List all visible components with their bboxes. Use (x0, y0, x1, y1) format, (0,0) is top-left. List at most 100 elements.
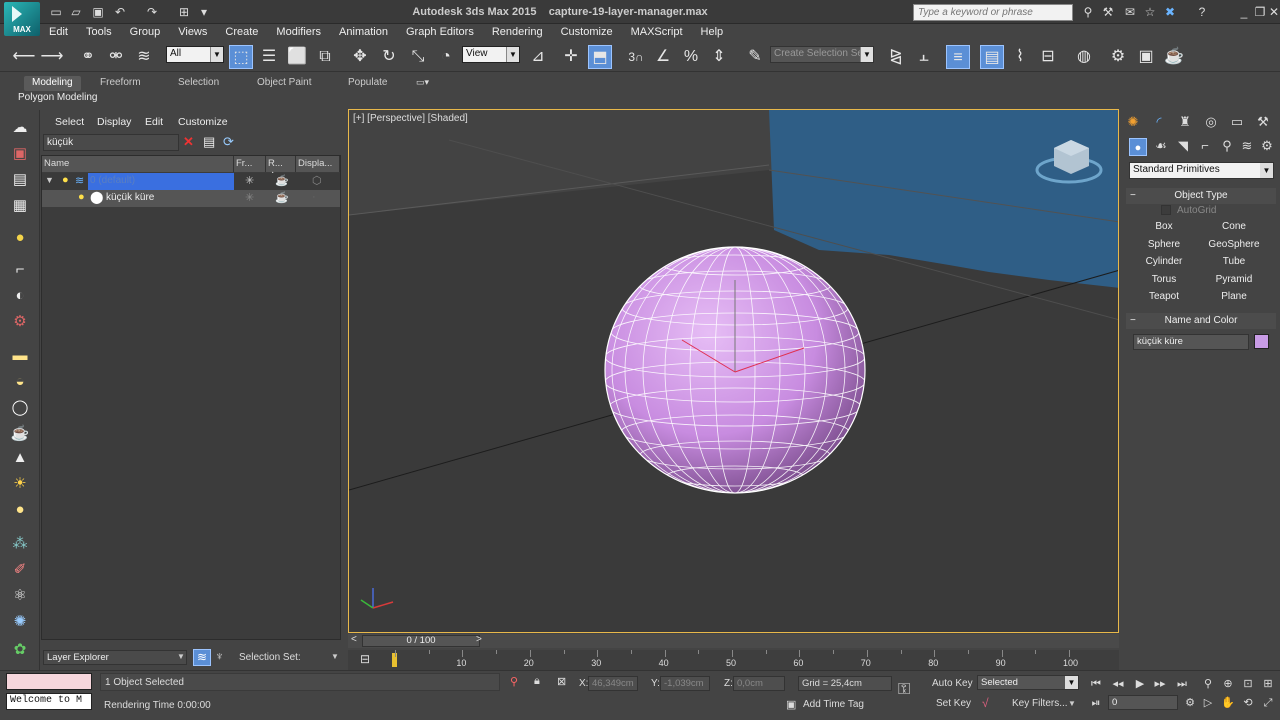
geosphere-button[interactable]: GeoSphere (1201, 237, 1267, 253)
favorites-icon[interactable]: ☆ (1142, 4, 1158, 20)
next-key-icon[interactable]: ▸▸ (1152, 676, 1168, 692)
zoom-extents-all-icon[interactable]: ⊞ (1260, 676, 1276, 692)
tab-object-paint[interactable]: Object Paint (249, 76, 319, 91)
app-logo[interactable]: MAX (4, 2, 40, 36)
maxscript-listener-output[interactable]: Welcome to M (6, 693, 92, 710)
viewport-label[interactable]: [+] [Perspective] [Shaded] (353, 113, 468, 124)
shape-filter-icon[interactable]: ◒ (9, 372, 31, 392)
menu-create[interactable]: Create (216, 24, 267, 42)
bone-filter-icon[interactable]: ✐ (9, 560, 31, 580)
select-manipulate-icon[interactable]: ✛ (559, 45, 583, 69)
pan-view-icon[interactable]: ✋ (1220, 695, 1236, 711)
spinner-snap-icon[interactable]: ⇕ (707, 45, 731, 69)
layer-stack-icon[interactable]: ≋ (75, 174, 84, 187)
select-and-place-icon[interactable]: ◔ (434, 45, 458, 69)
display-tab-icon[interactable]: ▭ (1227, 112, 1247, 132)
menu-tools[interactable]: Tools (77, 24, 121, 42)
tab-selection[interactable]: Selection (170, 76, 227, 91)
keyboard-shortcut-override-icon[interactable]: ⬒ (588, 45, 612, 69)
cone-filter-icon[interactable]: ▲ (9, 448, 31, 468)
name-and-color-rollout[interactable]: − Name and Color (1126, 313, 1276, 329)
pyramid-button[interactable]: Pyramid (1201, 272, 1267, 288)
menu-edit[interactable]: Edit (40, 24, 77, 42)
geometry-category-icon[interactable]: ● (1129, 138, 1147, 156)
create-selection-icon[interactable]: ☁ (9, 118, 31, 138)
auto-key-button[interactable]: Auto Key (932, 678, 973, 689)
tube-button[interactable]: Tube (1201, 254, 1267, 270)
systems-category-icon[interactable]: ⚙ (1257, 136, 1277, 156)
exchange-icon[interactable]: ✖ (1162, 4, 1178, 20)
reference-coordinate-dropdown[interactable]: View ▼ (462, 46, 520, 63)
light-bulb-icon[interactable]: ● (78, 191, 85, 203)
render-production-icon[interactable]: ☕ (1162, 45, 1186, 69)
plant-filter-icon[interactable]: ✿ (9, 640, 31, 660)
cylinder-button[interactable]: Cylinder (1131, 254, 1197, 270)
freeze-snowflake-icon[interactable]: ✳ (245, 191, 254, 204)
light-bulb-filter-icon[interactable]: ● (9, 500, 31, 520)
track-bar[interactable]: ⊟ 10 20 30 40 50 60 70 80 90 100 (348, 650, 1119, 670)
autogrid-checkbox[interactable] (1161, 205, 1171, 215)
primitive-category-dropdown[interactable]: Standard Primitives ▼ (1129, 162, 1274, 179)
perspective-viewport[interactable]: [+] [Perspective] [Shaded] (348, 109, 1119, 633)
undo-button-icon[interactable]: ⟵ (12, 45, 36, 69)
explorer-type-dropdown[interactable]: Layer Explorer (43, 650, 187, 665)
new-layer-icon[interactable]: ▤ (203, 134, 219, 150)
set-keys-key-icon[interactable]: ⚿ (898, 681, 910, 699)
hierarchy-tab-icon[interactable]: ♜ (1175, 112, 1195, 132)
close-icon[interactable]: ✕ (1266, 4, 1280, 20)
maxscript-input[interactable] (6, 673, 92, 690)
utilities-tab-icon[interactable]: ⚒ (1253, 112, 1273, 132)
display-grid-icon[interactable]: ▦ (9, 196, 31, 216)
box-button[interactable]: Box (1131, 219, 1197, 235)
expand-arrow-icon[interactable]: ▼ (45, 175, 54, 185)
render-setup-icon[interactable]: ⚙ (1106, 45, 1130, 69)
absolute-mode-icon[interactable]: ⊠ (557, 675, 566, 688)
bind-space-warp-icon[interactable]: ≋ (132, 45, 156, 69)
x-coord-field[interactable]: 46,349cm (588, 676, 638, 691)
torus-button[interactable]: Torus (1131, 272, 1197, 288)
communication-icon[interactable]: ✉ (1122, 4, 1138, 20)
freeze-snowflake-icon[interactable]: ✳ (245, 174, 254, 187)
cameras-category-icon[interactable]: ⌐ (1195, 136, 1215, 156)
binoculars-icon[interactable]: ⚲ (1080, 4, 1096, 20)
create-tab-icon[interactable]: ✺ (1123, 112, 1143, 132)
light-bulb-icon[interactable]: ● (62, 174, 69, 186)
mini-curve-editor-icon[interactable]: ⊟ (360, 652, 370, 666)
teapot-filter-icon[interactable]: ☕ (9, 424, 31, 444)
table-row[interactable]: ▼ ● ≋ 0 (default) ✳ ☕ ⬡ (42, 173, 340, 190)
y-coord-field[interactable]: -1,039cm (660, 676, 710, 691)
tab-populate[interactable]: Populate (340, 76, 395, 91)
menu-views[interactable]: Views (169, 24, 216, 42)
save-file-icon[interactable]: ▣ (90, 4, 106, 20)
redo-icon[interactable]: ↷ (144, 4, 160, 20)
undo-icon[interactable]: ↶ (112, 4, 128, 20)
go-to-end-icon[interactable]: ⏭ (1174, 676, 1190, 692)
select-and-rotate-icon[interactable]: ↻ (377, 45, 401, 69)
chevron-down-icon[interactable]: ▼ (331, 652, 339, 661)
maximize-viewport-icon[interactable]: ⤢ (1260, 695, 1276, 711)
spacewarps-icon[interactable]: ⚙ (9, 312, 31, 332)
motion-tab-icon[interactable]: ◎ (1201, 112, 1221, 132)
minimize-icon[interactable]: _ (1236, 4, 1252, 20)
key-mode-toggle-icon[interactable]: ⏯ (1088, 695, 1104, 711)
display-box-icon[interactable]: ⬡ (312, 174, 322, 187)
spacewarps-category-icon[interactable]: ≋ (1237, 136, 1257, 156)
curve-editor-icon[interactable]: ⌇ (1008, 45, 1032, 69)
set-key-button[interactable]: Set Key (936, 698, 971, 709)
menu-modifiers[interactable]: Modifiers (267, 24, 330, 42)
menu-maxscript[interactable]: MAXScript (622, 24, 692, 42)
window-crossing-icon[interactable]: ⧉ (313, 45, 337, 69)
named-selection-sets-input[interactable]: Create Selection Se ▼ (770, 46, 874, 63)
zoom-all-icon[interactable]: ⊕ (1220, 676, 1236, 692)
menu-customize[interactable]: Customize (552, 24, 622, 42)
next-frame-icon[interactable]: > (476, 634, 482, 645)
explorer-menu-select[interactable]: Select (55, 116, 84, 128)
teapot-button[interactable]: Teapot (1131, 289, 1197, 305)
new-file-icon[interactable]: ▭ (48, 4, 64, 20)
menu-group[interactable]: Group (121, 24, 170, 42)
add-to-layer-icon[interactable]: ⟳ (223, 134, 239, 150)
helpers-icon[interactable]: ◐ (9, 286, 31, 306)
column-name[interactable]: Name (42, 156, 234, 172)
add-time-tag[interactable]: Add Time Tag (803, 699, 864, 710)
tab-freeform[interactable]: Freeform (92, 76, 149, 91)
